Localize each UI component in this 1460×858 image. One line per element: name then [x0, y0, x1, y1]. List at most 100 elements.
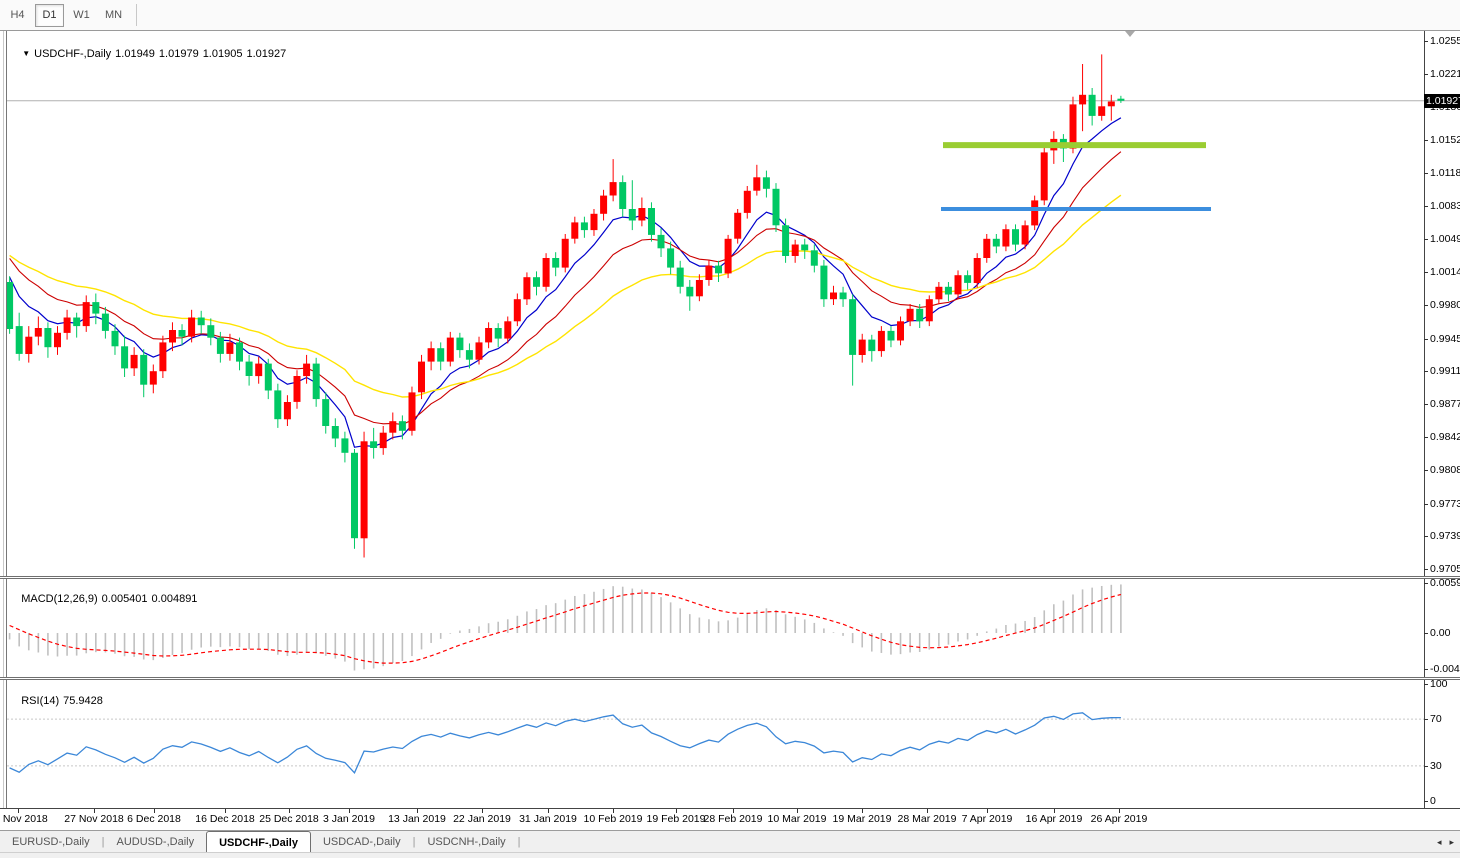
rsi-tick-label: 70	[1430, 713, 1442, 725]
price-tick-label: 0.99800	[1430, 299, 1460, 311]
ma-slow-yellow	[10, 195, 1121, 397]
price-tick	[1424, 74, 1428, 75]
date-tick-label: 3 Jan 2019	[323, 813, 375, 825]
date-tick-label: 13 Jan 2019	[388, 813, 446, 825]
price-tick	[1424, 305, 1428, 306]
date-tick-label: 25 Dec 2018	[259, 813, 319, 825]
date-axis-border	[0, 808, 1460, 809]
tab-separator: |	[518, 836, 521, 848]
macd-tick-label: 0.00	[1430, 627, 1450, 639]
macd-title: MACD(12,26,9)	[21, 593, 97, 605]
date-tick-label: 22 Jan 2019	[453, 813, 511, 825]
ma-mid-red	[10, 152, 1121, 425]
macd-panel-separator[interactable]	[0, 576, 1460, 579]
chart-canvas[interactable]	[0, 0, 1460, 858]
tab-usdcad[interactable]: USDCAD-,Daily	[311, 832, 413, 852]
chart-title-row: ▼ USDCHF-,Daily 1.01949 1.01979 1.019051.019…	[10, 36, 290, 72]
date-tick-label: 31 Jan 2019	[519, 813, 577, 825]
current-price-badge: 1.01927	[1424, 94, 1460, 108]
price-tick	[1424, 371, 1428, 372]
date-tick-label: 19 Feb 2019	[647, 813, 706, 825]
rsi-panel-separator[interactable]	[0, 677, 1460, 680]
rsi-tick	[1424, 766, 1428, 767]
collapse-arrow-icon[interactable]: ▼	[22, 49, 30, 58]
rsi-line	[10, 713, 1121, 773]
price-tick	[1424, 569, 1428, 570]
macd-main-value: 0.005401	[102, 593, 148, 605]
price-tick-label: 1.00490	[1430, 233, 1460, 245]
tab-eurusd[interactable]: EURUSD-,Daily	[0, 832, 102, 852]
date-tick-label: 6 Dec 2018	[127, 813, 181, 825]
price-tick-label: 1.00140	[1430, 266, 1460, 278]
bottom-strip	[0, 852, 1460, 858]
price-tick	[1424, 470, 1428, 471]
tab-usdchf[interactable]: USDCHF-,Daily	[206, 831, 311, 854]
tab-audusd[interactable]: AUDUSD-,Daily	[104, 832, 206, 852]
chart-shift-marker-icon[interactable]	[1125, 31, 1135, 37]
price-tick-label: 0.98770	[1430, 398, 1460, 410]
price-tick-label: 1.01520	[1430, 134, 1460, 146]
price-tick-label: 0.97730	[1430, 498, 1460, 510]
macd-signal-value: 0.004891	[152, 593, 198, 605]
date-tick-label: 26 Apr 2019	[1091, 813, 1148, 825]
tab-scroll-arrows: ◂ ▸	[1437, 837, 1454, 848]
price-tick	[1424, 536, 1428, 537]
mt4-window: H4 D1 W1 MN ▼USDCHF-,Daily1.019491.01979…	[0, 0, 1460, 858]
price-tick	[1424, 41, 1428, 42]
chart-top-border	[0, 30, 1460, 31]
price-tick-label: 0.99450	[1430, 333, 1460, 345]
tab-usdcnh[interactable]: USDCNH-,Daily	[415, 832, 517, 852]
date-tick-label: 18 Nov 2018	[0, 813, 48, 825]
price-tick-label: 1.01180	[1430, 167, 1460, 179]
price-tick	[1424, 140, 1428, 141]
price-tick-label: 0.99110	[1430, 365, 1460, 377]
rsi-title: RSI(14)	[21, 695, 59, 707]
ma-fast-blue	[10, 118, 1121, 447]
ohlc-close: 1.01927	[246, 48, 286, 60]
rsi-tick	[1424, 801, 1428, 802]
macd-tick-label: -0.00424	[1430, 663, 1460, 675]
price-tick	[1424, 206, 1428, 207]
rsi-tick	[1424, 719, 1428, 720]
date-tick-label: 10 Mar 2019	[768, 813, 827, 825]
chart-tab-bar: EURUSD-,Daily | AUDUSD-,Daily USDCHF-,Da…	[0, 830, 1460, 853]
date-tick-label: 7 Apr 2019	[962, 813, 1013, 825]
price-tick-label: 1.02210	[1430, 68, 1460, 80]
price-tick-label: 0.97050	[1430, 563, 1460, 575]
date-tick-label: 10 Feb 2019	[584, 813, 643, 825]
price-tick-label: 0.98080	[1430, 464, 1460, 476]
rsi-title-row: RSI(14) 75.9428	[9, 683, 107, 719]
rsi-value: 75.9428	[63, 695, 103, 707]
rsi-tick-label: 0	[1430, 795, 1436, 807]
rsi-tick	[1424, 684, 1428, 685]
price-tick	[1424, 239, 1428, 240]
ohlc-low: 1.01905	[203, 48, 243, 60]
chart-left-outer-border	[3, 31, 4, 808]
macd-tick	[1424, 669, 1428, 670]
price-tick	[1424, 504, 1428, 505]
chart-left-border	[6, 31, 7, 808]
price-tick	[1424, 437, 1428, 438]
date-tick-label: 28 Feb 2019	[704, 813, 763, 825]
date-tick-label: 16 Dec 2018	[195, 813, 255, 825]
macd-tick	[1424, 633, 1428, 634]
rsi-tick-label: 100	[1430, 678, 1448, 690]
macd-title-row: MACD(12,26,9) 0.005401 0.004891	[9, 581, 201, 617]
date-tick-label: 19 Mar 2019	[833, 813, 892, 825]
ohlc-high: 1.01979	[159, 48, 199, 60]
symbol-title: USDCHF-,Daily	[34, 48, 111, 60]
date-tick-label: 28 Mar 2019	[898, 813, 957, 825]
price-tick	[1424, 404, 1428, 405]
ohlc-open: 1.01949	[115, 48, 155, 60]
price-tick-label: 1.00830	[1430, 200, 1460, 212]
price-tick-label: 0.97390	[1430, 530, 1460, 542]
tab-scroll-left-icon[interactable]: ◂	[1437, 837, 1442, 848]
date-tick-label: 16 Apr 2019	[1026, 813, 1083, 825]
price-tick	[1424, 339, 1428, 340]
macd-tick-label: 0.00597	[1430, 577, 1460, 589]
macd-tick	[1424, 583, 1428, 584]
rsi-tick-label: 30	[1430, 760, 1442, 772]
date-tick-label: 27 Nov 2018	[64, 813, 124, 825]
tab-scroll-right-icon[interactable]: ▸	[1449, 837, 1454, 848]
price-tick	[1424, 173, 1428, 174]
